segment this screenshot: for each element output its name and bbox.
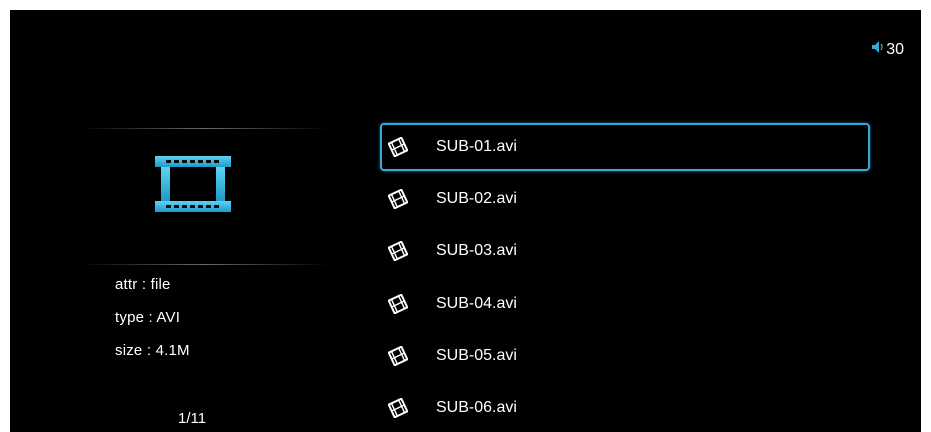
file-list-item[interactable]: SUB-02.avi [380, 174, 870, 224]
volume-indicator: 30 [871, 40, 904, 59]
film-file-icon [388, 137, 408, 157]
film-file-icon [388, 241, 408, 262]
file-name: SUB-01.avi [436, 138, 517, 155]
file-type-label: type : AVI [115, 309, 181, 326]
file-name: SUB-05.avi [436, 346, 517, 364]
film-file-icon [388, 293, 408, 314]
film-file-icon [388, 397, 408, 418]
file-list-item[interactable]: SUB-06.avi [380, 383, 870, 432]
file-name: SUB-04.avi [436, 294, 517, 312]
preview-bottom-divider [80, 264, 330, 265]
media-browser-screen: 30 attr: file type: AVI size: 4.1M 1/… [10, 10, 921, 432]
file-list-item[interactable]: SUB-05.avi [380, 331, 870, 381]
film-file-icon [388, 345, 408, 366]
file-attr-label: attr : file [115, 276, 171, 293]
file-name: SUB-06.avi [436, 398, 517, 416]
file-preview-panel: attr : file type : AVI size : 4.1M [80, 128, 330, 432]
film-icon [155, 156, 231, 217]
file-name: SUB-03.avi [436, 242, 517, 260]
speaker-icon [871, 40, 886, 59]
preview-top-divider [80, 128, 330, 129]
page-counter: 1/11 [178, 410, 207, 427]
film-file-icon [388, 189, 408, 210]
file-list-item[interactable]: SUB-04.avi [380, 279, 870, 329]
file-list-item-selected[interactable]: SUB-01.avi [380, 122, 870, 172]
file-size-label: size : 4.1M [115, 342, 190, 359]
file-list: SUB-01.avi SUB-02.avi SUB-03.avi SUB-04.… [380, 122, 870, 432]
volume-level: 30 [886, 40, 904, 58]
file-list-item[interactable]: SUB-03.avi [380, 226, 870, 276]
file-name: SUB-02.avi [436, 190, 517, 208]
